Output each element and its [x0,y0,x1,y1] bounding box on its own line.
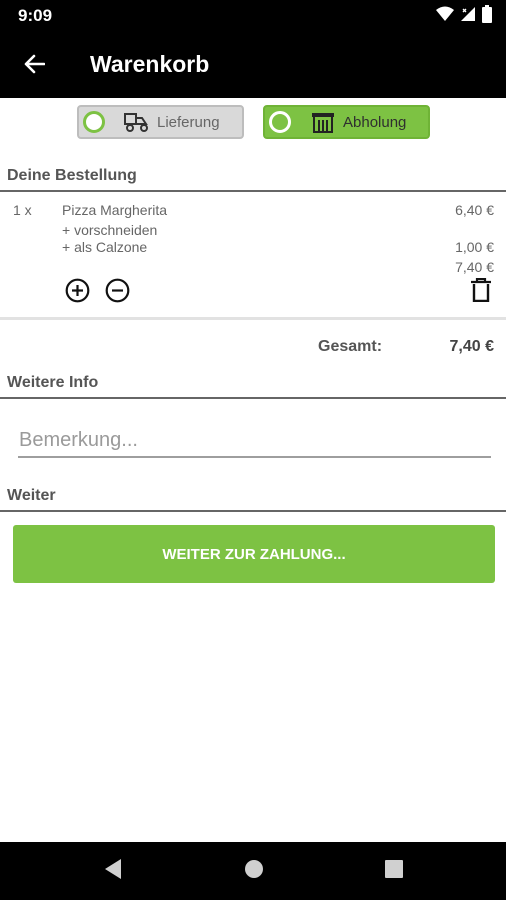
order-item-name: Pizza Margherita [62,202,168,218]
delivery-label: Lieferung [157,113,220,131]
system-back-button[interactable] [100,858,126,884]
continue-to-payment-button[interactable]: WEITER ZUR ZAHLUNG... [13,525,495,583]
delivery-option-button[interactable]: Lieferung [77,105,244,139]
total-value: 7,40 € [449,338,494,355]
divider [0,317,506,320]
wifi-icon [436,6,454,27]
remark-input[interactable] [18,424,491,458]
trash-icon [471,277,491,307]
order-item-quantity: 1 x [13,202,32,218]
page-title: Warenkorb [90,51,210,77]
system-home-button[interactable] [241,858,267,884]
delete-item-button[interactable] [469,277,493,307]
info-section-title: Weitere Info [7,374,99,391]
system-recents-button[interactable] [381,858,407,884]
divider [0,190,506,192]
status-bar: 9:09 [0,0,506,32]
system-nav-bar [0,842,506,900]
order-extra-price: 1,00 € [455,239,494,255]
order-extra-label: + als Calzone [62,239,148,255]
next-section-title: Weiter [7,487,56,504]
plus-circle-icon [65,278,90,308]
back-button[interactable] [14,46,54,86]
pickup-option-button[interactable]: Abholung [263,105,430,139]
divider [0,510,506,512]
order-section-title: Deine Bestellung [7,167,137,184]
divider [0,397,506,399]
order-item-price: 6,40 € [455,202,494,218]
pickup-radio[interactable] [269,111,291,133]
minus-circle-icon [105,278,130,308]
store-icon [309,111,337,133]
status-icons [436,4,492,28]
pickup-label: Abholung [343,113,407,131]
status-time: 9:09 [18,6,53,25]
delivery-scooter-icon [123,111,151,133]
order-extra-label: + vorschneiden [62,222,158,238]
increase-quantity-button[interactable] [65,278,90,308]
order-item-subtotal: 7,40 € [455,259,494,275]
arrow-left-icon [23,54,46,79]
home-circle-icon [243,858,265,885]
battery-icon [482,4,492,28]
decrease-quantity-button[interactable] [105,278,130,308]
recents-square-icon [384,859,404,884]
delivery-radio[interactable] [83,111,105,133]
signal-icon [460,6,476,27]
total-label: Gesamt: [318,338,383,355]
app-bar: Warenkorb [0,32,506,98]
back-triangle-icon [103,858,123,885]
